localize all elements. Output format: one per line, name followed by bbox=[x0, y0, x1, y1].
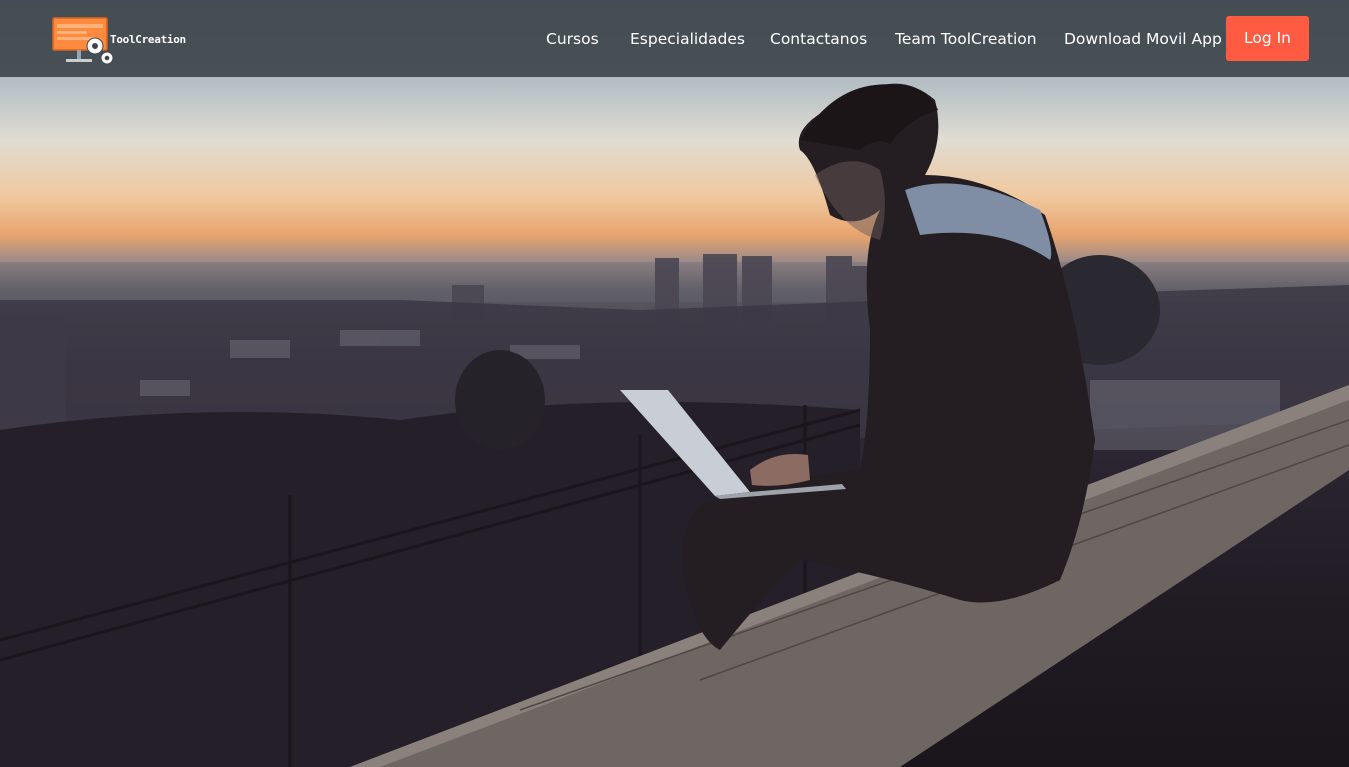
nav-item-especialidades[interactable]: Especialidades bbox=[630, 28, 745, 50]
hero-background-image bbox=[0, 83, 1349, 767]
nav-item-cursos[interactable]: Cursos bbox=[546, 28, 599, 50]
brand-logo-text: ToolCreation bbox=[110, 33, 186, 46]
hero-section bbox=[0, 0, 1349, 767]
nav-item-contactanos[interactable]: Contactanos bbox=[770, 28, 867, 50]
login-button[interactable]: Log In bbox=[1226, 16, 1309, 61]
nav-item-download-movil-app[interactable]: Download Movil App bbox=[1064, 28, 1222, 50]
nav-item-team-toolcreation[interactable]: Team ToolCreation bbox=[895, 28, 1037, 50]
top-navbar: ToolCreation Cursos Especialidades Conta… bbox=[0, 0, 1349, 77]
brand-logo[interactable]: ToolCreation bbox=[52, 16, 197, 68]
